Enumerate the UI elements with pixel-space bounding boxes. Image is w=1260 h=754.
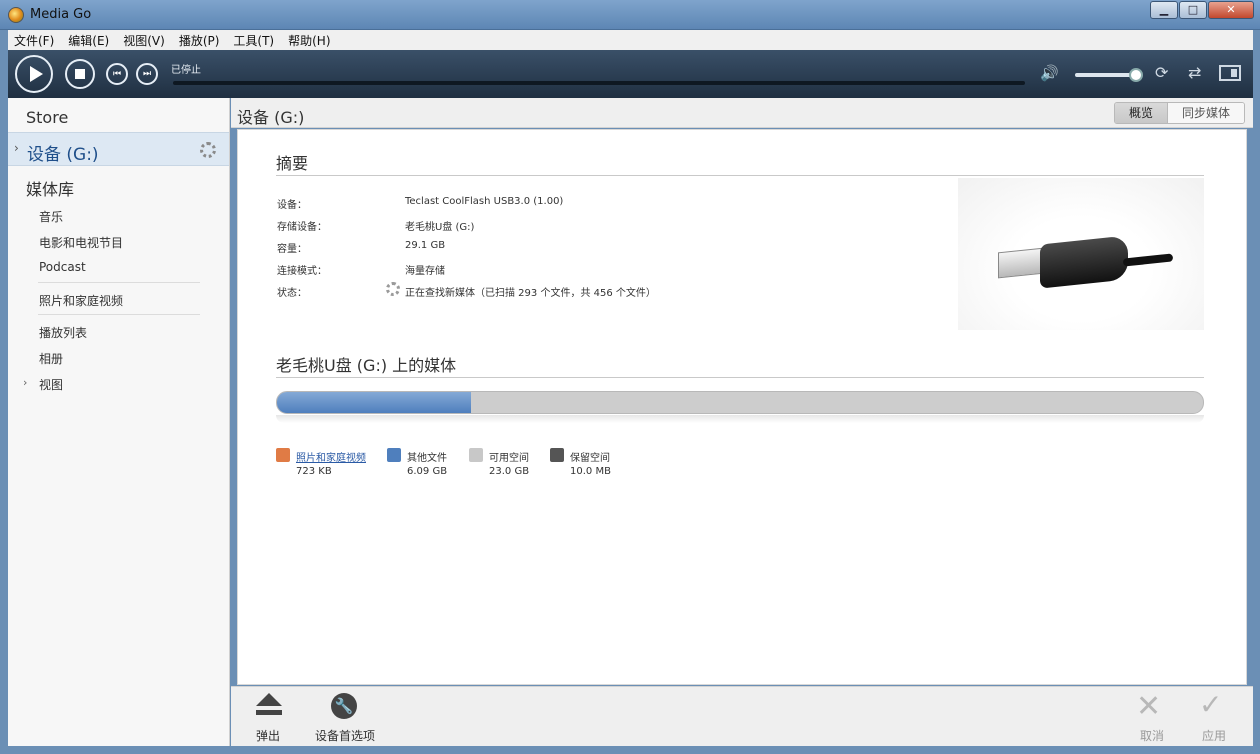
- menu-help[interactable]: 帮助(H): [288, 32, 330, 49]
- info-value-status: 正在查找新媒体（已扫描 293 个文件，共 456 个文件）: [405, 288, 656, 299]
- sidebar-divider: [38, 314, 200, 315]
- info-value-device: Teclast CoolFlash USB3.0 (1.00): [405, 196, 564, 207]
- apply-check-icon[interactable]: ✓: [1199, 691, 1222, 719]
- next-track-button[interactable]: ⏭: [136, 63, 158, 85]
- sidebar-item-albums[interactable]: 相册: [39, 350, 63, 367]
- info-value-connection: 海量存储: [405, 266, 445, 277]
- view-layout-icon[interactable]: [1219, 65, 1241, 81]
- bottom-toolbar: 弹出 🔧 设备首选项 ✕ 取消 ✓ 应用: [231, 686, 1253, 746]
- info-value-capacity: 29.1 GB: [405, 240, 446, 251]
- legend-size-other: 6.09 GB: [407, 466, 448, 477]
- page-title: 设备 (G:): [237, 108, 305, 127]
- storage-bar-reflection: [276, 415, 1204, 423]
- sidebar-item-music[interactable]: 音乐: [39, 208, 63, 225]
- legend-label-reserved: 保留空间: [570, 453, 610, 464]
- info-label-device: 设备：: [277, 200, 307, 211]
- usb-cable: [1122, 253, 1174, 267]
- summary-divider: [276, 175, 1204, 176]
- legend-swatch-free: [469, 448, 483, 462]
- stop-button[interactable]: [65, 59, 95, 89]
- summary-heading: 摘要: [276, 154, 309, 173]
- media-heading: 老毛桃U盘 (G:) 上的媒体: [276, 356, 457, 375]
- wrench-icon[interactable]: 🔧: [331, 693, 357, 719]
- storage-usage-bar: [276, 391, 1204, 414]
- window-frame-left: [0, 30, 8, 746]
- loading-spinner-icon: [200, 142, 216, 158]
- window-title: Media Go: [30, 7, 92, 22]
- info-label-capacity: 容量：: [277, 244, 307, 255]
- info-label-status: 状态：: [277, 288, 307, 299]
- menu-view[interactable]: 视图(V): [123, 32, 165, 49]
- legend-swatch-reserved: [550, 448, 564, 462]
- window-frame-right: [1253, 30, 1260, 746]
- shuffle-icon[interactable]: ⇄: [1188, 63, 1201, 82]
- menu-tools[interactable]: 工具(T): [233, 32, 274, 49]
- device-preferences-button-label[interactable]: 设备首选项: [315, 727, 375, 744]
- cancel-icon[interactable]: ✕: [1136, 692, 1161, 722]
- sidebar-item-views[interactable]: 视图: [39, 376, 63, 393]
- info-label-storage: 存储设备：: [277, 222, 327, 233]
- legend-label-free: 可用空间: [489, 453, 529, 464]
- window-frame-bottom: [0, 746, 1260, 754]
- eject-button-label[interactable]: 弹出: [256, 727, 280, 744]
- info-label-connection: 连接模式：: [277, 266, 327, 277]
- legend-label-other: 其他文件: [407, 453, 447, 464]
- play-button[interactable]: [15, 55, 53, 93]
- usb-plug: [998, 247, 1044, 279]
- maximize-button[interactable]: □: [1179, 1, 1207, 19]
- legend-swatch-other: [387, 448, 401, 462]
- menu-file[interactable]: 文件(F): [14, 32, 54, 49]
- view-tabs: 概览 同步媒体: [1113, 102, 1245, 124]
- legend-size-photos: 723 KB: [296, 466, 332, 477]
- sidebar-item-library[interactable]: 媒体库: [26, 176, 74, 200]
- player-bar: ⏮ ⏭ 已停止 🔊 ⟳ ⇄: [8, 50, 1253, 98]
- previous-track-button[interactable]: ⏮: [106, 63, 128, 85]
- legend-swatch-photos: [276, 448, 290, 462]
- volume-slider[interactable]: [1075, 73, 1137, 77]
- chevron-right-icon[interactable]: ›: [14, 141, 19, 155]
- title-bar: Media Go ▁ □ ✕: [0, 0, 1260, 30]
- cancel-button-label[interactable]: 取消: [1140, 727, 1164, 744]
- sidebar-divider: [38, 282, 200, 283]
- sidebar-item-store[interactable]: Store: [26, 108, 68, 127]
- sidebar: Store › 设备 (G:) 媒体库 音乐 电影和电视节目 Podcast 照…: [8, 98, 230, 746]
- sidebar-item-device[interactable]: › 设备 (G:): [8, 132, 229, 166]
- storage-used-fill: [277, 392, 472, 413]
- legend-label-photos[interactable]: 照片和家庭视频: [296, 449, 366, 464]
- sidebar-item-photos-videos[interactable]: 照片和家庭视频: [39, 292, 123, 309]
- legend-size-free: 23.0 GB: [489, 466, 530, 477]
- content-header: 设备 (G:) 概览 同步媒体: [231, 98, 1253, 128]
- media-divider: [276, 377, 1204, 378]
- usb-body: [1040, 235, 1128, 289]
- minimize-button[interactable]: ▁: [1150, 1, 1178, 19]
- media-go-app-icon: [8, 7, 24, 23]
- chevron-right-icon[interactable]: ›: [23, 376, 27, 389]
- sidebar-item-device-label: 设备 (G:): [27, 145, 99, 165]
- repeat-icon[interactable]: ⟳: [1155, 63, 1168, 82]
- tab-overview[interactable]: 概览: [1114, 103, 1168, 123]
- sidebar-item-podcast[interactable]: Podcast: [39, 260, 86, 274]
- menu-play[interactable]: 播放(P): [179, 32, 220, 49]
- sidebar-item-movies-tv[interactable]: 电影和电视节目: [39, 234, 123, 251]
- menu-edit[interactable]: 编辑(E): [68, 32, 109, 49]
- eject-icon[interactable]: [256, 693, 282, 717]
- close-button[interactable]: ✕: [1208, 1, 1254, 19]
- menu-bar: 文件(F) 编辑(E) 视图(V) 播放(P) 工具(T) 帮助(H): [8, 30, 1253, 50]
- apply-button-label[interactable]: 应用: [1202, 727, 1226, 744]
- usb-drive-image: [958, 178, 1204, 330]
- playback-status: 已停止: [171, 65, 201, 76]
- sidebar-item-playlists[interactable]: 播放列表: [39, 324, 87, 341]
- info-value-storage: 老毛桃U盘 (G:): [405, 222, 475, 233]
- volume-icon[interactable]: 🔊: [1040, 64, 1059, 82]
- volume-slider-knob[interactable]: [1129, 68, 1143, 82]
- legend-size-reserved: 10.0 MB: [570, 466, 611, 477]
- device-overview-panel: 摘要 设备： Teclast CoolFlash USB3.0 (1.00) 存…: [237, 129, 1247, 685]
- scanning-spinner-icon: [386, 282, 400, 296]
- tab-sync-media[interactable]: 同步媒体: [1167, 103, 1244, 123]
- seek-bar[interactable]: [173, 81, 1025, 85]
